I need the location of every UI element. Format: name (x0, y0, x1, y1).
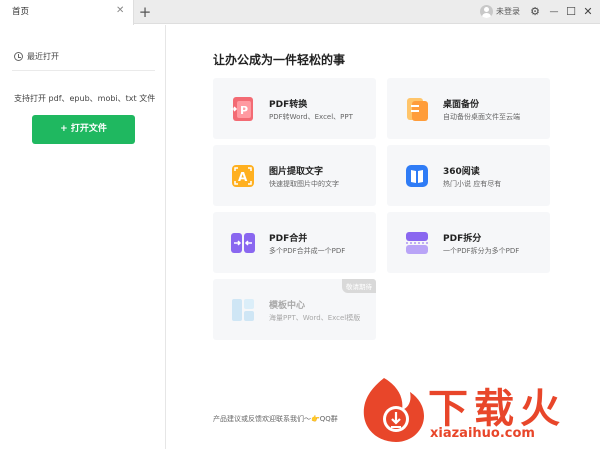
tab-label: 首页 (12, 7, 30, 17)
card-title: PDF合并 (269, 234, 308, 244)
svg-text:P: P (240, 104, 248, 117)
open-file-button[interactable]: + 打开文件 (32, 115, 135, 144)
card-desc: 热门小说 应有尽有 (443, 180, 502, 188)
minimize-icon[interactable]: — (546, 3, 562, 21)
card-desc: 自动备份桌面文件至云端 (443, 113, 520, 121)
card-360-reading[interactable]: 360阅读 热门小说 应有尽有 (387, 145, 550, 206)
maximize-icon[interactable]: ☐ (563, 3, 579, 21)
pdf-merge-icon (229, 229, 257, 257)
card-title: PDF拆分 (443, 234, 482, 244)
card-pdf-merge[interactable]: PDF合并 多个PDF合并成一个PDF (213, 212, 376, 273)
sidebar: 最近打开 支持打开 pdf、epub、mobi、txt 文件 + 打开文件 (0, 25, 166, 449)
supported-formats-text: 支持打开 pdf、epub、mobi、txt 文件 (14, 94, 156, 103)
login-status[interactable]: 未登录 (480, 5, 520, 18)
desktop-backup-icon (403, 95, 431, 123)
recent-label: 最近打开 (27, 52, 59, 61)
template-icon (229, 296, 257, 324)
watermark-url: xiazaihuo.com (430, 426, 535, 441)
card-template-center: 模板中心 海量PPT、Word、Excel模版 敬请期待 (213, 279, 376, 340)
avatar-icon (480, 5, 493, 18)
pdf-split-icon (403, 229, 431, 257)
card-desc: 多个PDF合并成一个PDF (269, 247, 346, 255)
recent-files-item[interactable]: 最近打开 (14, 51, 59, 62)
card-title: 模板中心 (269, 301, 306, 311)
tab-home[interactable]: 首页 ✕ (0, 0, 134, 25)
card-title: 360阅读 (443, 167, 480, 177)
card-desc: 一个PDF拆分为多个PDF (443, 247, 520, 255)
close-window-icon[interactable]: ✕ (580, 3, 596, 21)
card-desc: PDF转Word、Excel、PPT (269, 113, 353, 121)
card-title: PDF转换 (269, 100, 308, 110)
card-title: 桌面备份 (443, 100, 480, 110)
card-title: 图片提取文字 (269, 167, 324, 177)
login-label: 未登录 (496, 7, 520, 16)
clock-icon (14, 52, 23, 61)
card-pdf-convert[interactable]: P PDF转换 PDF转Word、Excel、PPT (213, 78, 376, 139)
feedback-link[interactable]: 产品建议或反馈欢迎联系我们～👉QQ群 (213, 414, 338, 424)
ocr-icon: A (229, 162, 257, 190)
book-icon (403, 162, 431, 190)
tab-close-icon[interactable]: ✕ (116, 4, 124, 18)
add-tab-icon[interactable]: + (138, 1, 152, 23)
card-desc: 海量PPT、Word、Excel模版 (269, 314, 361, 322)
card-desc: 快速提取图片中的文字 (269, 180, 339, 188)
card-ocr[interactable]: A 图片提取文字 快速提取图片中的文字 (213, 145, 376, 206)
page-title: 让办公成为一件轻松的事 (213, 53, 346, 67)
svg-text:A: A (238, 170, 248, 184)
divider (12, 70, 155, 71)
card-pdf-split[interactable]: PDF拆分 一个PDF拆分为多个PDF (387, 212, 550, 273)
card-desktop-backup[interactable]: 桌面备份 自动备份桌面文件至云端 (387, 78, 550, 139)
coming-soon-badge: 敬请期待 (342, 279, 376, 293)
pdf-convert-icon: P (229, 95, 257, 123)
settings-icon[interactable]: ⚙ (527, 3, 543, 21)
